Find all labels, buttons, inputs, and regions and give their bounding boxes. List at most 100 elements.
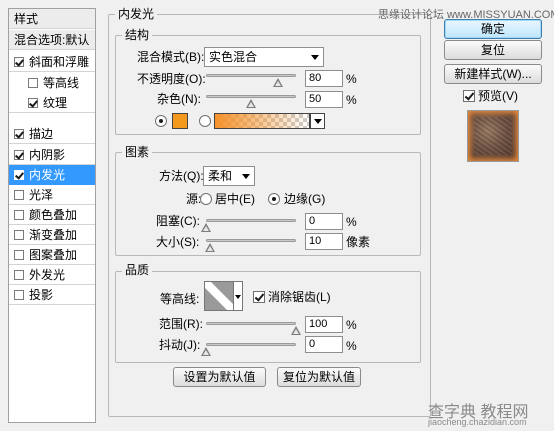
style-item-texture[interactable]: 纹理 bbox=[9, 93, 95, 113]
blend-mode-value: 实色混合 bbox=[209, 50, 258, 64]
style-item-satin[interactable]: 光泽 bbox=[9, 185, 95, 205]
style-item-label: 投影 bbox=[29, 288, 54, 302]
size-slider-thumb[interactable] bbox=[204, 243, 215, 252]
inner-shadow-checkbox[interactable] bbox=[14, 150, 24, 160]
new-style-button[interactable]: 新建样式(W)... bbox=[444, 64, 542, 84]
range-input[interactable]: 100 bbox=[305, 316, 343, 333]
blend-mode-label: 混合模式(B): bbox=[137, 50, 205, 64]
source-center-label[interactable]: 居中(E) bbox=[215, 191, 255, 207]
ok-button[interactable]: 确定 bbox=[444, 19, 542, 39]
style-item-gradient-overlay[interactable]: 渐变叠加 bbox=[9, 225, 95, 245]
style-item-label: 斜面和浮雕 bbox=[29, 55, 90, 69]
gradient-mode-radio[interactable] bbox=[199, 115, 211, 127]
drop-shadow-checkbox[interactable] bbox=[14, 290, 24, 300]
contour-picker[interactable] bbox=[204, 281, 234, 311]
noise-label: 杂色(N): bbox=[157, 92, 201, 106]
noise-slider[interactable] bbox=[206, 95, 296, 98]
style-item-label: 光泽 bbox=[29, 188, 54, 202]
gradient-overlay-checkbox[interactable] bbox=[14, 230, 24, 240]
source-edge-label[interactable]: 边缘(G) bbox=[284, 191, 325, 207]
choke-slider[interactable] bbox=[206, 219, 296, 222]
glow-gradient-picker[interactable] bbox=[214, 113, 310, 129]
opacity-input[interactable]: 80 bbox=[305, 70, 343, 87]
blend-mode-select[interactable]: 实色混合 bbox=[204, 47, 324, 67]
chevron-down-icon bbox=[242, 174, 250, 179]
opacity-label: 不透明度(O): bbox=[137, 72, 206, 86]
contour-label: 等高线: bbox=[160, 292, 200, 306]
size-slider[interactable] bbox=[206, 239, 296, 242]
style-item-outer-glow[interactable]: 外发光 bbox=[9, 265, 95, 285]
noise-input[interactable]: 50 bbox=[305, 91, 343, 108]
choke-input[interactable]: 0 bbox=[305, 213, 343, 230]
style-item-label: 内发光 bbox=[29, 168, 66, 182]
style-item-label: 等高线 bbox=[43, 76, 80, 90]
contour-dropdown-button[interactable] bbox=[234, 281, 243, 311]
watermark-top: 思缘设计论坛 www.MISSYUAN.COM bbox=[378, 9, 554, 21]
contour-curve-icon bbox=[205, 282, 233, 310]
panel-title: 内发光 bbox=[115, 7, 158, 21]
texture-checkbox[interactable] bbox=[28, 98, 38, 108]
antialias-label[interactable]: 消除锯齿(L) bbox=[268, 289, 331, 305]
watermark-bottom-url: jiaocheng.chazidian.com bbox=[428, 417, 527, 427]
inner-glow-checkbox[interactable] bbox=[14, 170, 24, 180]
style-item-label: 纹理 bbox=[43, 96, 68, 110]
blend-options-default[interactable]: 混合选项:默认 bbox=[9, 30, 95, 50]
method-label: 方法(Q): bbox=[159, 169, 204, 183]
source-center-radio[interactable] bbox=[200, 193, 212, 205]
opacity-percent: % bbox=[346, 72, 357, 86]
opacity-slider[interactable] bbox=[206, 74, 296, 77]
choke-percent: % bbox=[346, 215, 357, 229]
satin-checkbox[interactable] bbox=[14, 190, 24, 200]
style-item-drop-shadow[interactable]: 投影 bbox=[9, 285, 95, 305]
choke-slider-thumb[interactable] bbox=[201, 223, 211, 232]
structure-legend: 结构 bbox=[122, 28, 153, 42]
method-select[interactable]: 柔和 bbox=[203, 166, 255, 186]
style-item-stroke[interactable]: 描边 bbox=[9, 124, 95, 144]
quality-legend: 品质 bbox=[122, 263, 153, 277]
gradient-dropdown-button[interactable] bbox=[310, 113, 325, 129]
reset-button[interactable]: 复位 bbox=[444, 40, 542, 60]
opacity-slider-thumb[interactable] bbox=[273, 78, 283, 87]
glow-color-swatch[interactable] bbox=[172, 113, 188, 129]
style-item-label: 内阴影 bbox=[29, 148, 66, 162]
antialias-checkbox[interactable] bbox=[253, 291, 265, 303]
size-label: 大小(S): bbox=[156, 235, 200, 249]
range-slider-thumb[interactable] bbox=[291, 326, 301, 335]
styles-list: 样式 混合选项:默认 斜面和浮雕 等高线 纹理 描边 内阴影 内发光 光泽 颜色… bbox=[8, 8, 96, 423]
styles-header[interactable]: 样式 bbox=[9, 9, 95, 29]
choke-label: 阻塞(C): bbox=[156, 214, 200, 228]
stroke-checkbox[interactable] bbox=[14, 129, 24, 139]
jitter-slider-thumb[interactable] bbox=[201, 347, 211, 356]
outer-glow-checkbox[interactable] bbox=[14, 270, 24, 280]
color-mode-radio[interactable] bbox=[155, 115, 167, 127]
bevel-emboss-checkbox[interactable] bbox=[14, 57, 24, 67]
method-value: 柔和 bbox=[208, 169, 233, 183]
make-default-button[interactable]: 设置为默认值 bbox=[173, 367, 266, 387]
size-input[interactable]: 10 bbox=[305, 233, 343, 250]
reset-to-default-button[interactable]: 复位为默认值 bbox=[277, 367, 361, 387]
preview-label[interactable]: 预览(V) bbox=[478, 88, 518, 104]
color-overlay-checkbox[interactable] bbox=[14, 210, 24, 220]
style-item-inner-glow[interactable]: 内发光 bbox=[9, 165, 95, 185]
range-label: 范围(R): bbox=[159, 317, 203, 331]
style-item-color-overlay[interactable]: 颜色叠加 bbox=[9, 205, 95, 225]
jitter-input[interactable]: 0 bbox=[305, 336, 343, 353]
range-slider[interactable] bbox=[206, 322, 296, 325]
range-percent: % bbox=[346, 318, 357, 332]
style-item-label: 图案叠加 bbox=[29, 248, 78, 262]
style-preview-thumbnail bbox=[467, 110, 519, 162]
style-item-label: 颜色叠加 bbox=[29, 208, 78, 222]
preview-checkbox[interactable] bbox=[463, 90, 475, 102]
style-item-contour[interactable]: 等高线 bbox=[9, 73, 95, 93]
style-item-label: 外发光 bbox=[29, 268, 66, 282]
style-item-bevel-emboss[interactable]: 斜面和浮雕 bbox=[9, 52, 95, 72]
contour-checkbox[interactable] bbox=[28, 78, 38, 88]
jitter-slider[interactable] bbox=[206, 343, 296, 346]
noise-slider-thumb[interactable] bbox=[246, 99, 256, 108]
style-item-pattern-overlay[interactable]: 图案叠加 bbox=[9, 245, 95, 265]
source-edge-radio[interactable] bbox=[268, 193, 280, 205]
size-unit: 像素 bbox=[346, 235, 371, 249]
pattern-overlay-checkbox[interactable] bbox=[14, 250, 24, 260]
style-item-inner-shadow[interactable]: 内阴影 bbox=[9, 145, 95, 165]
noise-percent: % bbox=[346, 93, 357, 107]
